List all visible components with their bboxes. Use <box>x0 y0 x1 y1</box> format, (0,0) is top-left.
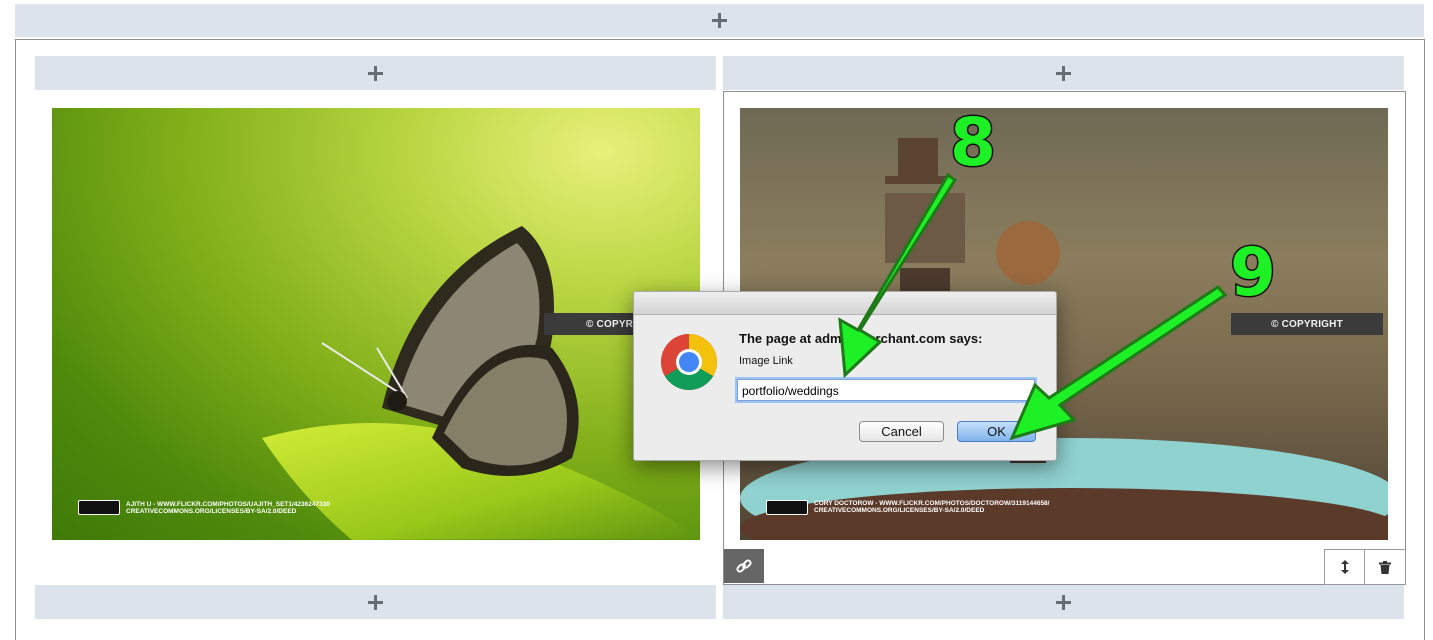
cc-license-badge <box>78 500 120 515</box>
dialog-titlebar <box>634 292 1056 315</box>
resize-button[interactable] <box>1324 549 1366 585</box>
copyright-watermark: © COPYRIGHT <box>1231 313 1383 335</box>
link-button[interactable] <box>724 549 764 583</box>
js-prompt-dialog: The page at admin.merchant.com says: Ima… <box>633 291 1057 461</box>
image-link-input[interactable]: portfolio/weddings <box>737 379 1035 401</box>
dialog-prompt-label: Image Link <box>739 355 793 367</box>
step-number-8: 8 <box>949 104 998 181</box>
plus-icon <box>368 65 383 81</box>
trash-icon <box>1379 560 1391 574</box>
plus-icon <box>1056 594 1071 610</box>
cancel-button[interactable]: Cancel <box>859 421 944 442</box>
link-icon <box>736 559 752 573</box>
plus-icon <box>368 594 383 610</box>
cc-license-badge <box>766 500 808 515</box>
add-below-right-button[interactable] <box>723 585 1404 619</box>
chrome-icon <box>661 334 717 390</box>
step-number-9: 9 <box>1229 234 1278 311</box>
butterfly-image[interactable]: AJITH U - WWW.FLICKR.COM/PHOTOS/UAJITH_S… <box>52 108 700 540</box>
add-below-left-button[interactable] <box>35 585 716 619</box>
vertical-arrows-icon <box>1341 560 1349 574</box>
add-row-top-button[interactable] <box>15 4 1424 37</box>
plus-icon <box>1056 65 1071 81</box>
delete-button[interactable] <box>1364 549 1406 585</box>
photo-credit-line2: CREATIVECOMMONS.ORG/LICENSES/BY-SA/2.0/D… <box>814 507 985 514</box>
dialog-message: The page at admin.merchant.com says: <box>739 331 983 346</box>
photo-credit-line2: CREATIVECOMMONS.ORG/LICENSES/BY-SA/2.0/D… <box>126 508 297 515</box>
ok-button[interactable]: OK <box>957 421 1036 442</box>
add-above-right-button[interactable] <box>723 56 1404 90</box>
plus-icon <box>712 13 727 28</box>
add-above-left-button[interactable] <box>35 56 716 90</box>
